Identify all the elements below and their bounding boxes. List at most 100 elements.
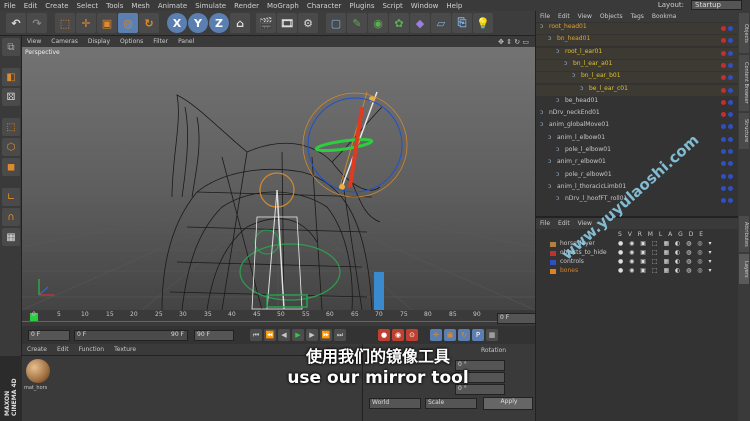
menu-render[interactable]: Render: [230, 2, 263, 10]
autokey-icon[interactable]: ◉: [392, 329, 404, 341]
viewport-menu-cameras[interactable]: Cameras: [46, 38, 83, 45]
object-row[interactable]: ↄ anim_r_elbow01: [536, 158, 739, 169]
redo-icon[interactable]: ↷: [27, 13, 47, 33]
subdivision-icon[interactable]: ◉: [368, 13, 388, 33]
render-settings-icon[interactable]: ⚙: [298, 13, 318, 33]
floor-icon[interactable]: ▱: [431, 13, 451, 33]
object-row[interactable]: ↄ anim_l_elbow01: [536, 134, 739, 145]
visibility-dot[interactable]: [728, 185, 733, 191]
array-icon[interactable]: ✿: [389, 13, 409, 33]
rotate-icon[interactable]: ◎: [118, 13, 138, 33]
object-status-dots[interactable]: [721, 124, 733, 130]
key-position-icon[interactable]: ✛: [430, 329, 442, 341]
menu-tools[interactable]: Tools: [102, 2, 127, 10]
object-row[interactable]: ↄ bn_l_ear_a01: [536, 59, 739, 71]
viewport-menu-view[interactable]: View: [22, 38, 46, 45]
layers-menu-edit[interactable]: Edit: [554, 220, 574, 227]
layer-color-dot[interactable]: [721, 87, 726, 93]
viewport-menu-display[interactable]: Display: [83, 38, 115, 45]
material-menu-create[interactable]: Create: [22, 346, 52, 353]
object-row[interactable]: ↄ root_head01: [536, 23, 739, 34]
layer-row[interactable]: bones ● ◉ ▣ ⬚ ▦ ◐ ◍ ◎ ▾: [536, 267, 739, 276]
snap-magnet-icon[interactable]: ∩: [2, 208, 20, 226]
edges-mode-icon[interactable]: ⬡: [2, 138, 20, 156]
tab-attributes[interactable]: Attributes: [739, 216, 749, 252]
render-view-icon[interactable]: 🎬: [256, 13, 276, 33]
material-menu-texture[interactable]: Texture: [109, 346, 141, 353]
apply-button[interactable]: Apply: [483, 397, 533, 410]
objects-menu-view[interactable]: View: [574, 13, 596, 20]
camera-icon[interactable]: ⎘: [452, 13, 472, 33]
object-status-dots[interactable]: [721, 87, 733, 93]
material-menu-edit[interactable]: Edit: [52, 346, 74, 353]
visibility-dot[interactable]: [728, 50, 733, 56]
object-status-dots[interactable]: [721, 62, 733, 68]
layer-color-swatch[interactable]: [550, 269, 556, 274]
preview-range-field[interactable]: 0 F 90 F: [74, 330, 188, 341]
object-status-dots[interactable]: [721, 161, 733, 167]
object-row[interactable]: ↄ anim_globalMove01: [536, 121, 739, 132]
key-parameter-icon[interactable]: P: [472, 329, 484, 341]
menu-simulate[interactable]: Simulate: [191, 2, 230, 10]
object-row[interactable]: ↄ be_l_ear_c01: [536, 84, 739, 96]
layer-toggle-icons[interactable]: ● ◉ ▣ ⬚ ▦ ◐ ◍ ◎ ▾: [618, 240, 713, 247]
visibility-dot[interactable]: [728, 173, 733, 179]
object-status-dots[interactable]: [721, 75, 733, 81]
layer-color-dot[interactable]: [721, 161, 726, 167]
object-row[interactable]: ↄ root_l_ear01: [536, 47, 739, 59]
tab-content-browser[interactable]: Content Browser: [739, 55, 749, 111]
tab-structure[interactable]: Structure: [739, 113, 749, 149]
make-editable-icon[interactable]: ⧉: [2, 38, 20, 56]
axis-mode-icon[interactable]: ∟: [2, 188, 20, 206]
key-scale-icon[interactable]: ▣: [444, 329, 456, 341]
object-row[interactable]: ↄ bn_l_ear_b01: [536, 72, 739, 84]
layer-color-dot[interactable]: [721, 38, 726, 44]
y-axis-button[interactable]: Y: [188, 13, 208, 33]
layer-color-swatch[interactable]: [550, 251, 556, 256]
viewport-perspective[interactable]: Perspective: [22, 47, 535, 310]
play-icon[interactable]: ▶: [292, 329, 304, 341]
layer-color-swatch[interactable]: [550, 242, 556, 247]
timeline[interactable]: 0 5 10 15 20 25 30 35 40 45 50 55 60 65 …: [22, 310, 537, 326]
menu-file[interactable]: File: [0, 2, 20, 10]
z-axis-button[interactable]: Z: [209, 13, 229, 33]
x-axis-button[interactable]: X: [167, 13, 187, 33]
deformer-icon[interactable]: ◆: [410, 13, 430, 33]
grid-icon[interactable]: ▦: [2, 228, 20, 246]
visibility-dot[interactable]: [728, 38, 733, 44]
layer-color-dot[interactable]: [721, 136, 726, 142]
prev-key-icon[interactable]: ⏪: [264, 329, 276, 341]
visibility-dot[interactable]: [728, 198, 733, 204]
render-picture-viewer-icon[interactable]: 🎞: [277, 13, 297, 33]
material-ball[interactable]: [26, 359, 50, 383]
end-frame-field[interactable]: 90 F: [194, 330, 234, 341]
move-icon[interactable]: ✛: [76, 13, 96, 33]
object-status-dots[interactable]: [721, 112, 733, 118]
tab-layers[interactable]: Layers: [739, 254, 749, 284]
visibility-dot[interactable]: [728, 136, 733, 142]
object-row[interactable]: ↄ nDrv_neckEnd01: [536, 109, 739, 120]
menu-script[interactable]: Script: [378, 2, 406, 10]
undo-icon[interactable]: ↶: [6, 13, 26, 33]
goto-start-icon[interactable]: ⏮: [250, 329, 262, 341]
menu-edit[interactable]: Edit: [20, 2, 42, 10]
visibility-dot[interactable]: [728, 161, 733, 167]
object-row[interactable]: ↄ pole_l_elbow01: [536, 146, 739, 157]
live-select-icon[interactable]: ⬚: [55, 13, 75, 33]
object-status-dots[interactable]: [721, 198, 733, 204]
menu-animate[interactable]: Animate: [154, 2, 191, 10]
coord-mode-select[interactable]: Scale: [425, 398, 477, 409]
menu-character[interactable]: Character: [303, 2, 346, 10]
points-mode-icon[interactable]: ⬚: [2, 118, 20, 136]
object-status-dots[interactable]: [721, 26, 733, 31]
coord-system-select[interactable]: World: [369, 398, 421, 409]
layers-menu-file[interactable]: File: [536, 220, 554, 227]
texture-mode-icon[interactable]: ⚄: [2, 88, 20, 106]
visibility-dot[interactable]: [728, 75, 733, 81]
layer-color-dot[interactable]: [721, 50, 726, 56]
coordinate-system-icon[interactable]: ⌂: [230, 13, 250, 33]
key-pla-icon[interactable]: ▦: [486, 329, 498, 341]
layer-color-dot[interactable]: [721, 173, 726, 179]
objects-menu-edit[interactable]: Edit: [554, 13, 574, 20]
object-status-dots[interactable]: [721, 50, 733, 56]
